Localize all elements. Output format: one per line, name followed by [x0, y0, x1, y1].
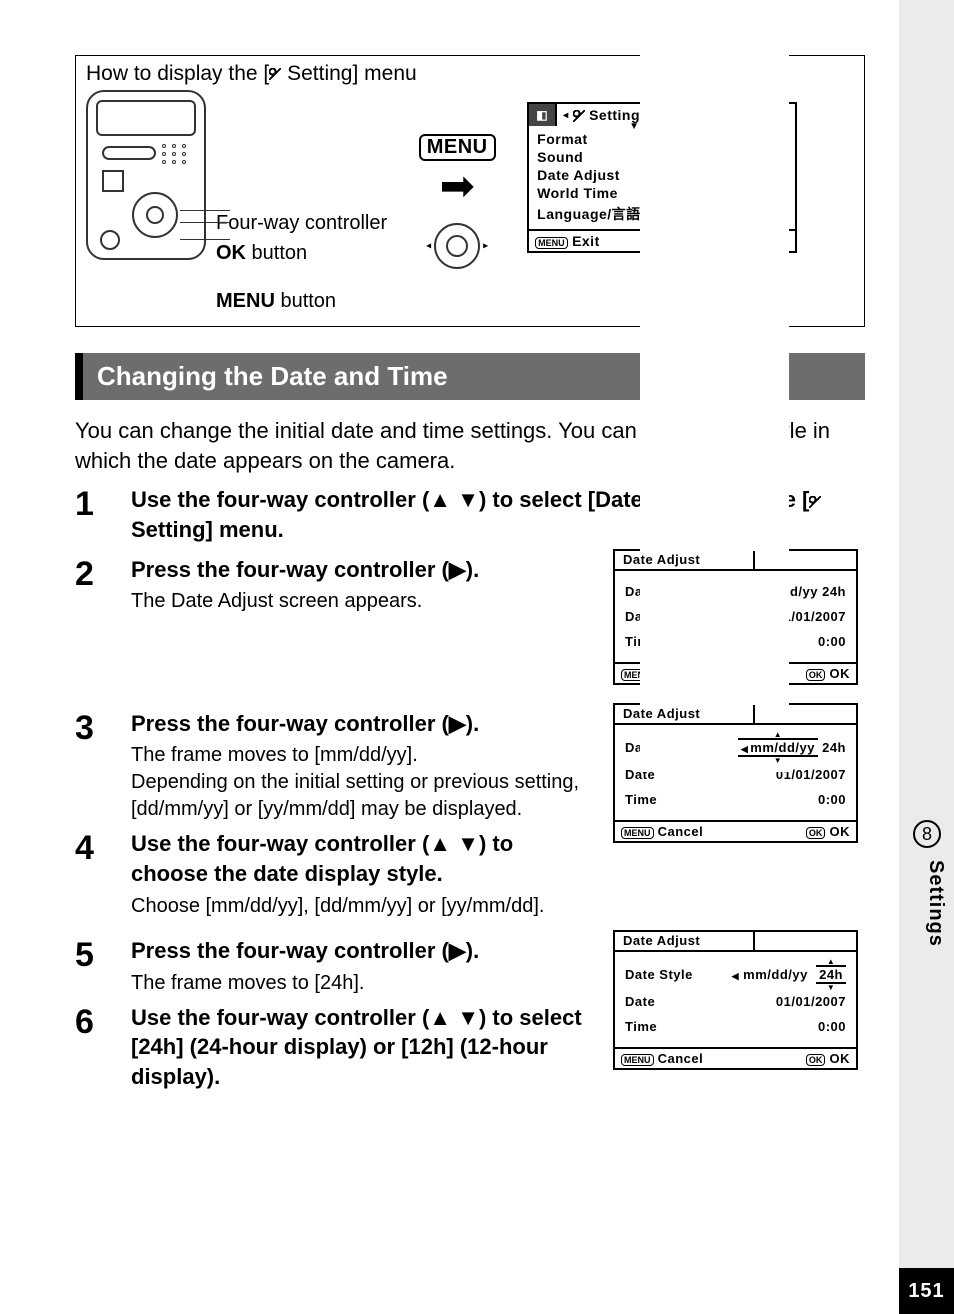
menu-pill-icon: MENU: [621, 827, 654, 839]
lcd-title: Date Adjust: [615, 551, 755, 569]
down-triangle-icon: [457, 487, 479, 512]
lcd-date-value: 01/01/2007: [776, 994, 846, 1009]
ok-pill-icon: OK: [806, 827, 826, 839]
wrench-icon: [809, 487, 821, 512]
ok-pill-icon: OK: [806, 1054, 826, 1066]
step-desc: The Date Adjust screen appears.: [131, 588, 595, 615]
exit-label: Exit: [572, 233, 600, 249]
lcd-row-time-label: Time: [625, 792, 657, 807]
lcd-time-value: 0:00: [818, 634, 846, 649]
menu-item-language: Language/言語: [537, 204, 641, 224]
lcd-row-style-label: Date Style: [625, 967, 693, 982]
step-number: 4: [75, 829, 109, 919]
lcd-time-value: 0:00: [818, 792, 846, 807]
side-tab: 8 Settings 151: [899, 0, 954, 1314]
howto-box: How to display the [ Setting] menu F: [75, 55, 865, 327]
lcd-hour-highlight: ▲ 24h ▼: [816, 965, 846, 984]
step-heading: Use the four-way controller ( ) to choos…: [131, 829, 595, 888]
lcd-ok: OK: [830, 824, 851, 839]
howto-title-suffix: Setting] menu: [281, 62, 416, 85]
down-triangle-icon: [457, 831, 479, 856]
step-heading: Press the four-way controller ().: [131, 709, 595, 739]
menu-pill-icon: MENU: [535, 237, 568, 249]
down-triangle-icon: [457, 1005, 479, 1030]
lcd-cancel: Cancel: [658, 1051, 704, 1066]
dpad-illustration: ◂▸: [434, 223, 480, 269]
page-number: 151: [899, 1268, 954, 1314]
menu-item-date-adjust: Date Adjust: [537, 167, 620, 183]
setting-page-indicator: 1/3: [640, 0, 789, 772]
chapter-number-badge: 8: [913, 820, 941, 848]
lcd-hour-value: 24h: [822, 740, 846, 755]
lcd-row-time-label: Time: [625, 1019, 657, 1034]
date-adjust-preview-2: Date Adjust Date Style ▲ ◀mm/dd/yy ▼ 24h: [613, 703, 858, 843]
lcd-title: Date Adjust: [615, 932, 755, 950]
ok-suffix: button: [246, 242, 307, 264]
menu-item-sound: Sound: [537, 149, 583, 165]
right-triangle-icon: [449, 557, 466, 582]
step-desc: Choose [mm/dd/yy], [dd/mm/yy] or [yy/mm/…: [131, 893, 595, 920]
lcd-cancel: Cancel: [658, 824, 704, 839]
arrow-right-icon: ➡: [397, 165, 517, 207]
right-triangle-icon: [449, 938, 466, 963]
camera-back-illustration: [86, 90, 206, 260]
down-caret-icon: ▼: [629, 121, 639, 132]
step-number: 3: [75, 709, 109, 824]
lcd-row-date-label: Date: [625, 994, 655, 1009]
date-adjust-preview-3: Date Adjust Date Style ◀ mm/dd/yy ▲ 24h …: [613, 930, 858, 1070]
step-number: 1: [75, 485, 109, 544]
lcd-ok: OK: [830, 1051, 851, 1066]
lcd-style-value: mm/dd/yy: [743, 967, 808, 982]
menu-item-world-time: World Time: [537, 185, 618, 202]
ok-label: OK: [216, 242, 246, 264]
lcd-style-highlight: ▲ ◀mm/dd/yy ▼: [738, 738, 818, 757]
menu-item-format: Format: [537, 131, 587, 147]
menu-pill-icon: MENU: [621, 1054, 654, 1066]
step-heading: Use the four-way controller ( ) to selec…: [131, 1003, 595, 1092]
up-triangle-icon: [429, 487, 451, 512]
up-triangle-icon: [429, 1005, 451, 1030]
camera-tab-icon: ◧: [529, 104, 557, 126]
lcd-ok: OK: [830, 666, 851, 681]
step-number: 5: [75, 936, 109, 997]
ok-pill-icon: OK: [806, 669, 826, 681]
step-number: 6: [75, 1003, 109, 1092]
right-triangle-icon: [449, 711, 466, 736]
lcd-time-value: 0:00: [818, 1019, 846, 1034]
step-heading: Press the four-way controller ().: [131, 555, 595, 585]
lcd-hour-value: 24h: [822, 584, 846, 599]
menu-label: MENU: [216, 290, 275, 312]
wrench-icon: [269, 62, 281, 85]
setting-menu-preview: ◧ ◂ Setting 1/3 ▼ Format Sound: [527, 102, 797, 253]
fourway-label: Four-way controller: [216, 208, 387, 238]
step-number: 2: [75, 555, 109, 616]
step-desc: The frame moves to [mm/dd/yy]. Depending…: [131, 742, 595, 823]
wrench-icon: [573, 107, 585, 123]
lcd-title: Date Adjust: [615, 705, 755, 723]
step-heading: Press the four-way controller ().: [131, 936, 595, 966]
menu-button-graphic: MENU: [419, 134, 496, 161]
menu-suffix: button: [275, 290, 336, 312]
howto-title-prefix: How to display the [: [86, 62, 269, 85]
chapter-title: Settings: [924, 860, 947, 947]
up-triangle-icon: [429, 831, 451, 856]
step-desc: The frame moves to [24h].: [131, 970, 595, 997]
